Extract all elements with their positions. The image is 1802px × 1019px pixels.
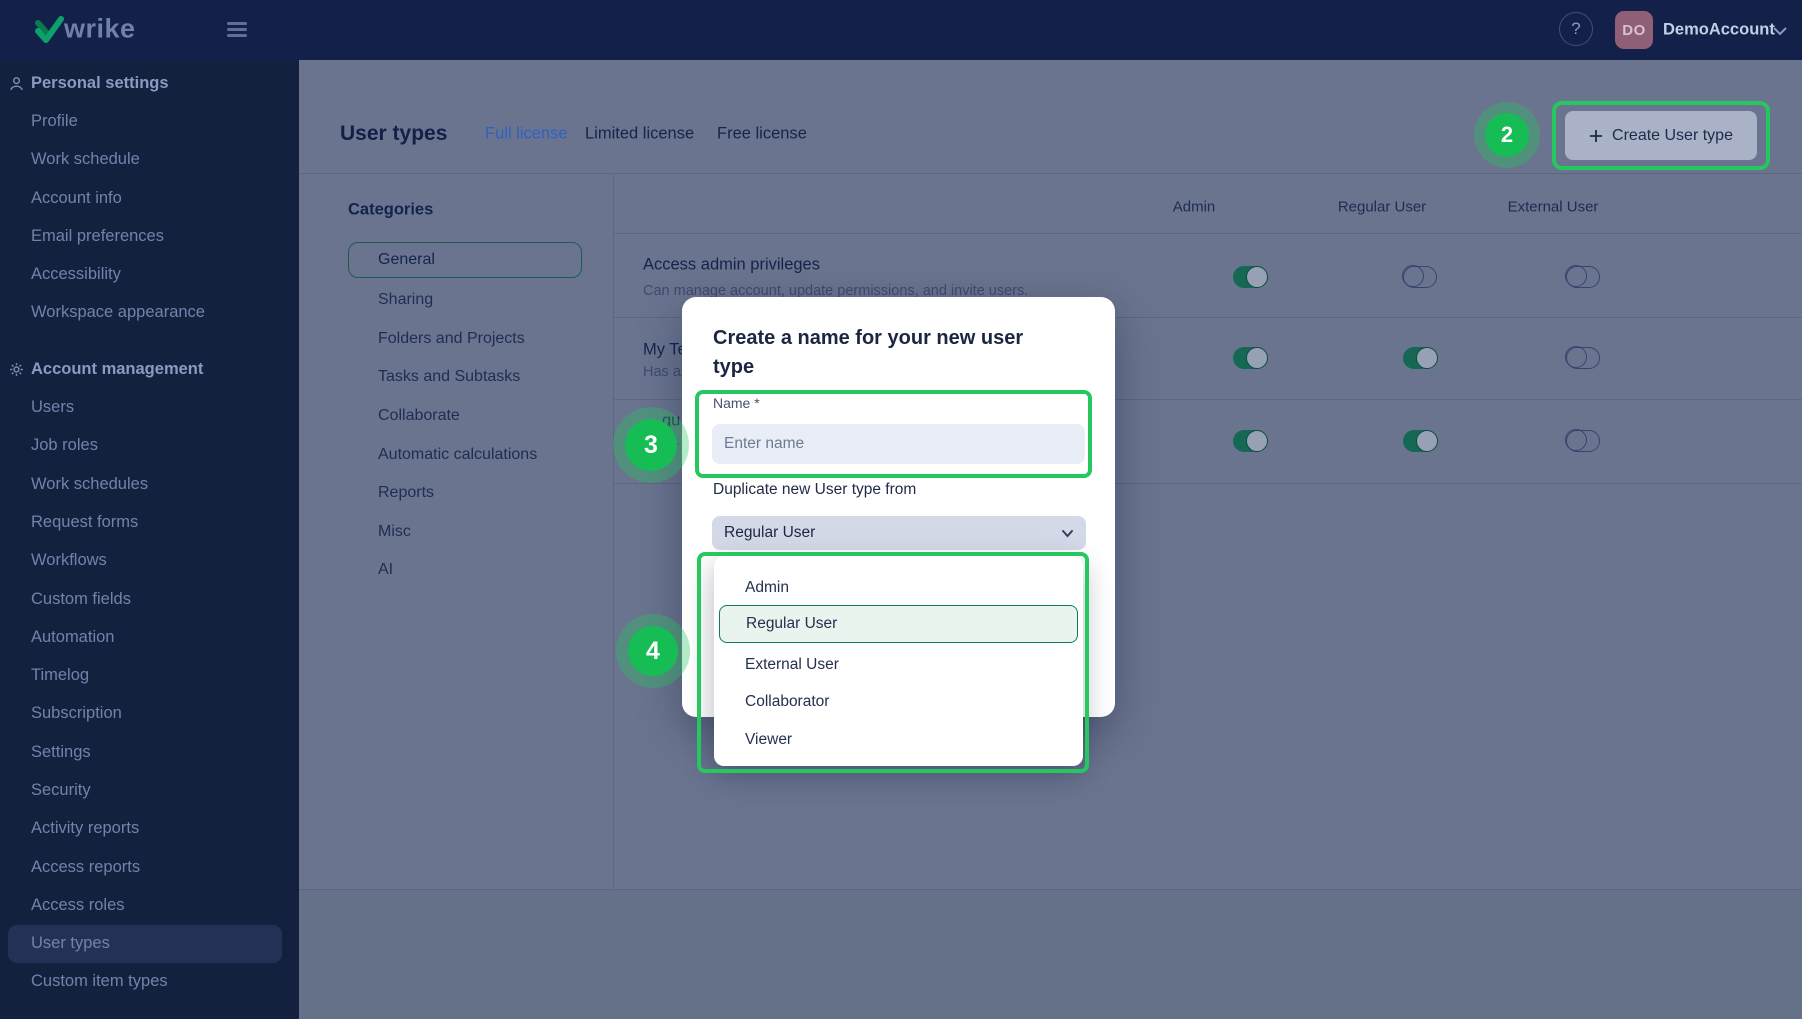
category-sharing[interactable]: Sharing (378, 281, 537, 320)
hamburger-menu-icon[interactable] (227, 22, 247, 38)
annotation-step-4: 4 (628, 626, 678, 676)
modal-title: Create a name for your new user type (713, 327, 1024, 378)
toggle-regular-row1[interactable] (1402, 265, 1437, 288)
toggle-external-row1[interactable] (1565, 265, 1600, 288)
sidebar-item-security[interactable]: Security (0, 771, 299, 809)
category-ai[interactable]: AI (378, 551, 537, 590)
categories-title: Categories (348, 200, 434, 219)
sidebar-item-work-schedules[interactable]: Work schedules (0, 465, 299, 503)
sidebar-item-user-types[interactable]: User types (8, 924, 282, 963)
annotation-box-name-field (695, 390, 1092, 478)
section-personal-settings: Personal settings (0, 64, 299, 102)
permission-row-title: My Te (643, 340, 687, 359)
sidebar-item-workspace-appearance[interactable]: Workspace appearance (0, 294, 299, 332)
sidebar-item-users[interactable]: Users (0, 388, 299, 426)
section-account-management: Account management (0, 350, 299, 388)
account-name[interactable]: DemoAccount (1663, 21, 1775, 40)
section-label: Account management (31, 359, 204, 378)
avatar-initials: DO (1622, 21, 1646, 39)
avatar[interactable]: DO (1615, 11, 1653, 49)
person-icon (8, 75, 31, 92)
annotation-step-2: 2 (1485, 113, 1529, 157)
topbar: wrike ? DO DemoAccount (0, 0, 1802, 60)
help-glyph: ? (1571, 19, 1581, 38)
toggle-external-row3[interactable] (1565, 429, 1600, 452)
column-header-external-user: External User (1507, 198, 1599, 216)
category-label: General (378, 251, 435, 268)
sidebar-item-access-reports[interactable]: Access reports (0, 848, 299, 886)
category-reports[interactable]: Reports (378, 474, 537, 513)
sidebar-item-account-info[interactable]: Account info (0, 179, 299, 217)
toggle-regular-row2[interactable] (1403, 347, 1438, 369)
sidebar-item-subscription[interactable]: Subscription (0, 695, 299, 733)
category-list: Sharing Folders and Projects Tasks and S… (378, 281, 537, 590)
chevron-down-icon[interactable] (1772, 26, 1788, 36)
annotation-step-3: 3 (625, 419, 677, 471)
toggle-admin-row2[interactable] (1233, 347, 1268, 369)
header-divider (299, 173, 1802, 174)
section-label: Personal settings (31, 73, 169, 92)
step-number: 3 (644, 430, 658, 459)
content-bottom-area (299, 889, 1802, 1019)
category-tasks-subtasks[interactable]: Tasks and Subtasks (378, 358, 537, 397)
sidebar-item-settings[interactable]: Settings (0, 733, 299, 771)
sidebar-item-job-roles[interactable]: Job roles (0, 427, 299, 465)
sidebar-item-email-preferences[interactable]: Email preferences (0, 217, 299, 255)
sidebar-item-accessibility[interactable]: Accessibility (0, 255, 299, 293)
sidebar-item-work-schedule[interactable]: Work schedule (0, 141, 299, 179)
toggle-regular-row3[interactable] (1403, 430, 1438, 452)
select-value: Regular User (724, 524, 816, 541)
category-collaborate[interactable]: Collaborate (378, 397, 537, 436)
category-general-selected[interactable]: General (348, 242, 582, 278)
help-icon[interactable]: ? (1559, 12, 1593, 46)
column-header-regular-user: Regular User (1337, 198, 1427, 216)
page-title: User types (340, 122, 448, 145)
duplicate-from-select[interactable]: Regular User (712, 516, 1086, 550)
category-automatic-calculations[interactable]: Automatic calculations (378, 435, 537, 474)
sidebar-item-workflows[interactable]: Workflows (0, 542, 299, 580)
duplicate-from-label: Duplicate new User type from (713, 481, 917, 498)
tab-full-license[interactable]: Full license (485, 125, 568, 144)
wrike-logo-text: wrike (64, 13, 136, 44)
category-misc[interactable]: Misc (378, 513, 537, 552)
sidebar-item-custom-item-types[interactable]: Custom item types (0, 963, 299, 1001)
toggle-admin-row1[interactable] (1233, 266, 1268, 288)
step-number: 2 (1500, 122, 1514, 147)
toggle-admin-row3[interactable] (1233, 430, 1268, 452)
sidebar-item-custom-fields[interactable]: Custom fields (0, 580, 299, 618)
toggle-external-row2[interactable] (1565, 346, 1600, 369)
sidebar-item-timelog[interactable]: Timelog (0, 656, 299, 694)
permission-row-subtitle: Has al (643, 364, 685, 380)
tab-limited-license[interactable]: Limited license (585, 125, 694, 144)
row-divider (613, 233, 1802, 234)
panel-divider (613, 173, 614, 889)
settings-sidebar: Personal settings Profile Work schedule … (0, 60, 299, 1019)
sidebar-item-request-forms[interactable]: Request forms (0, 503, 299, 541)
annotation-box-create-button (1552, 101, 1770, 170)
wrike-logo-icon (35, 16, 64, 43)
sidebar-item-automation[interactable]: Automation (0, 618, 299, 656)
tab-free-license[interactable]: Free license (717, 125, 807, 144)
sidebar-item-activity-reports[interactable]: Activity reports (0, 810, 299, 848)
column-header-admin: Admin (1172, 198, 1216, 216)
permission-row-title: Access admin privileges (643, 255, 820, 274)
sidebar-item-access-roles[interactable]: Access roles (0, 886, 299, 924)
annotation-box-dropdown (697, 552, 1089, 773)
step-number: 4 (646, 636, 660, 665)
gear-icon (8, 361, 31, 378)
category-folders-projects[interactable]: Folders and Projects (378, 320, 537, 359)
chevron-down-icon (1061, 529, 1074, 538)
sidebar-item-profile[interactable]: Profile (0, 102, 299, 140)
